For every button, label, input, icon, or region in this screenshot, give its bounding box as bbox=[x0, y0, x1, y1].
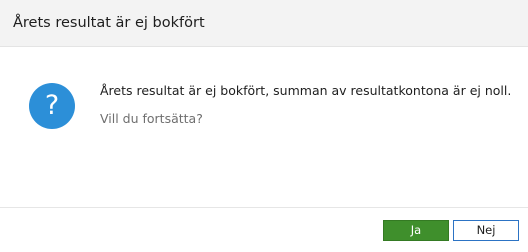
dialog-content: ? Årets resultat är ej bokfört, summan a… bbox=[0, 47, 528, 207]
dialog-message: Årets resultat är ej bokfört, summan av … bbox=[100, 83, 512, 98]
dialog-titlebar: Årets resultat är ej bokfört bbox=[0, 0, 528, 47]
no-button[interactable]: Nej bbox=[453, 220, 519, 241]
dialog-title: Årets resultat är ej bokfört bbox=[13, 15, 205, 31]
confirm-dialog: Årets resultat är ej bokfört ? Årets res… bbox=[0, 0, 528, 252]
dialog-footer: Ja Nej bbox=[0, 207, 528, 252]
dialog-question: Vill du fortsätta? bbox=[100, 111, 203, 126]
question-icon: ? bbox=[29, 83, 75, 129]
yes-button[interactable]: Ja bbox=[383, 220, 449, 241]
